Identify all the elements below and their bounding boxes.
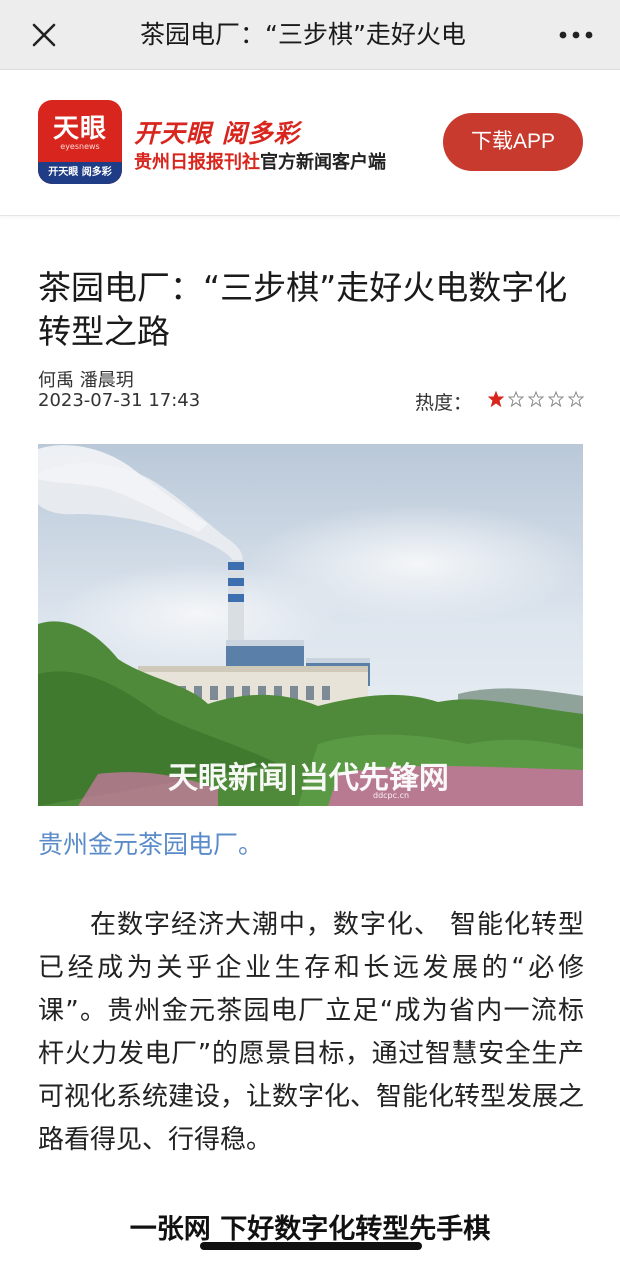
- publisher-line: 贵州日报报刊社官方新闻客户端: [134, 148, 386, 174]
- download-app-button[interactable]: 下载APP: [443, 113, 583, 171]
- logo-strip-text: 开天眼 阅多彩: [38, 162, 122, 184]
- star-empty-icon: [507, 390, 525, 408]
- heat-label: 热度：: [414, 391, 472, 414]
- article-photo[interactable]: 天眼新闻|当代先锋网 ddcpc.cn: [38, 444, 583, 806]
- photo-watermark-sub: ddcpc.cn: [373, 791, 409, 800]
- article-headline: 茶园电厂：“三步棋”走好火电数字化转型之路: [38, 268, 568, 351]
- more-icon[interactable]: [554, 20, 598, 50]
- app-logo[interactable]: 天眼 eyesnews 开天眼 阅多彩: [38, 100, 122, 184]
- photo-caption: 贵州金元茶园电厂。: [38, 830, 264, 859]
- publisher-desc: 官方新闻客户端: [260, 152, 386, 173]
- home-indicator[interactable]: [200, 1242, 422, 1250]
- article-datetime: 2023-07-31 17:43: [38, 390, 201, 411]
- section-subheading: 一张网 下好数字化转型先手棋: [129, 1214, 491, 1245]
- top-nav-bar: 茶园电厂：“三步棋”走好火电: [0, 0, 620, 70]
- heat-stars: [484, 390, 585, 411]
- star-empty-icon: [567, 390, 585, 408]
- star-empty-icon: [527, 390, 545, 408]
- heat-rating: 热度：: [414, 389, 585, 414]
- publisher-name: 贵州日报报刊社: [134, 152, 260, 173]
- app-download-banner: 天眼 eyesnews 开天眼 阅多彩 开天眼 阅多彩 贵州日报报刊社官方新闻客…: [0, 70, 620, 216]
- page-title: 茶园电厂：“三步棋”走好火电: [140, 20, 466, 49]
- close-icon[interactable]: [26, 17, 62, 53]
- app-slogan: 开天眼 阅多彩: [134, 119, 300, 148]
- star-filled-icon: [487, 390, 505, 408]
- logo-main-text: 天眼: [52, 114, 107, 144]
- article-authors: 何禹 潘晨玥: [38, 370, 134, 391]
- star-empty-icon: [547, 390, 565, 408]
- logo-sub-text: eyesnews: [60, 142, 100, 151]
- article-paragraph: 在数字经济大潮中，数字化、 智能化转型已经成为关乎企业生存和长远发展的“必修课”…: [38, 910, 585, 1155]
